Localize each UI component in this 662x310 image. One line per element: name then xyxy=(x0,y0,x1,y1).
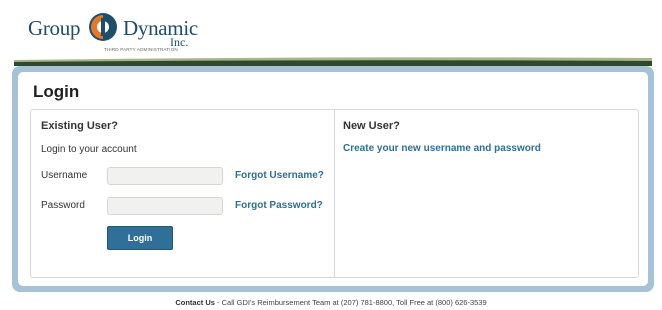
login-box: Existing User? Login to your account Use… xyxy=(30,109,639,278)
create-account-link[interactable]: Create your new username and password xyxy=(343,143,541,154)
password-field[interactable] xyxy=(107,197,223,215)
page-footer: Contact Us - Call GDI's Reimbursement Te… xyxy=(0,298,662,307)
login-frame: Login Existing User? Login to your accou… xyxy=(12,66,654,292)
password-label: Password xyxy=(41,200,85,211)
column-divider xyxy=(334,110,335,277)
site-header: Group Dynamic Inc. THIRD PARTY ADMINISTR… xyxy=(14,0,652,66)
contact-us-label: Contact Us xyxy=(175,298,215,307)
logo-word-group: Group xyxy=(28,16,81,40)
username-field[interactable] xyxy=(107,167,223,185)
login-button[interactable]: Login xyxy=(107,226,173,250)
logo-tagline: THIRD PARTY ADMINISTRATION xyxy=(104,47,178,52)
header-decorative-band xyxy=(14,57,652,66)
forgot-password-link[interactable]: Forgot Password? xyxy=(235,200,323,211)
existing-user-subtitle: Login to your account xyxy=(41,144,137,155)
page-title: Login xyxy=(33,82,80,101)
forgot-username-link[interactable]: Forgot Username? xyxy=(235,170,324,181)
existing-user-heading: Existing User? xyxy=(41,120,119,132)
login-panel: Login Existing User? Login to your accou… xyxy=(18,72,648,286)
new-user-heading: New User? xyxy=(343,120,400,132)
contact-us-text: - Call GDI's Reimbursement Team at (207)… xyxy=(214,298,487,307)
company-logo[interactable]: Group Dynamic Inc. THIRD PARTY ADMINISTR… xyxy=(28,10,228,62)
username-label: Username xyxy=(41,170,88,181)
logo-emblem-icon xyxy=(89,13,117,41)
